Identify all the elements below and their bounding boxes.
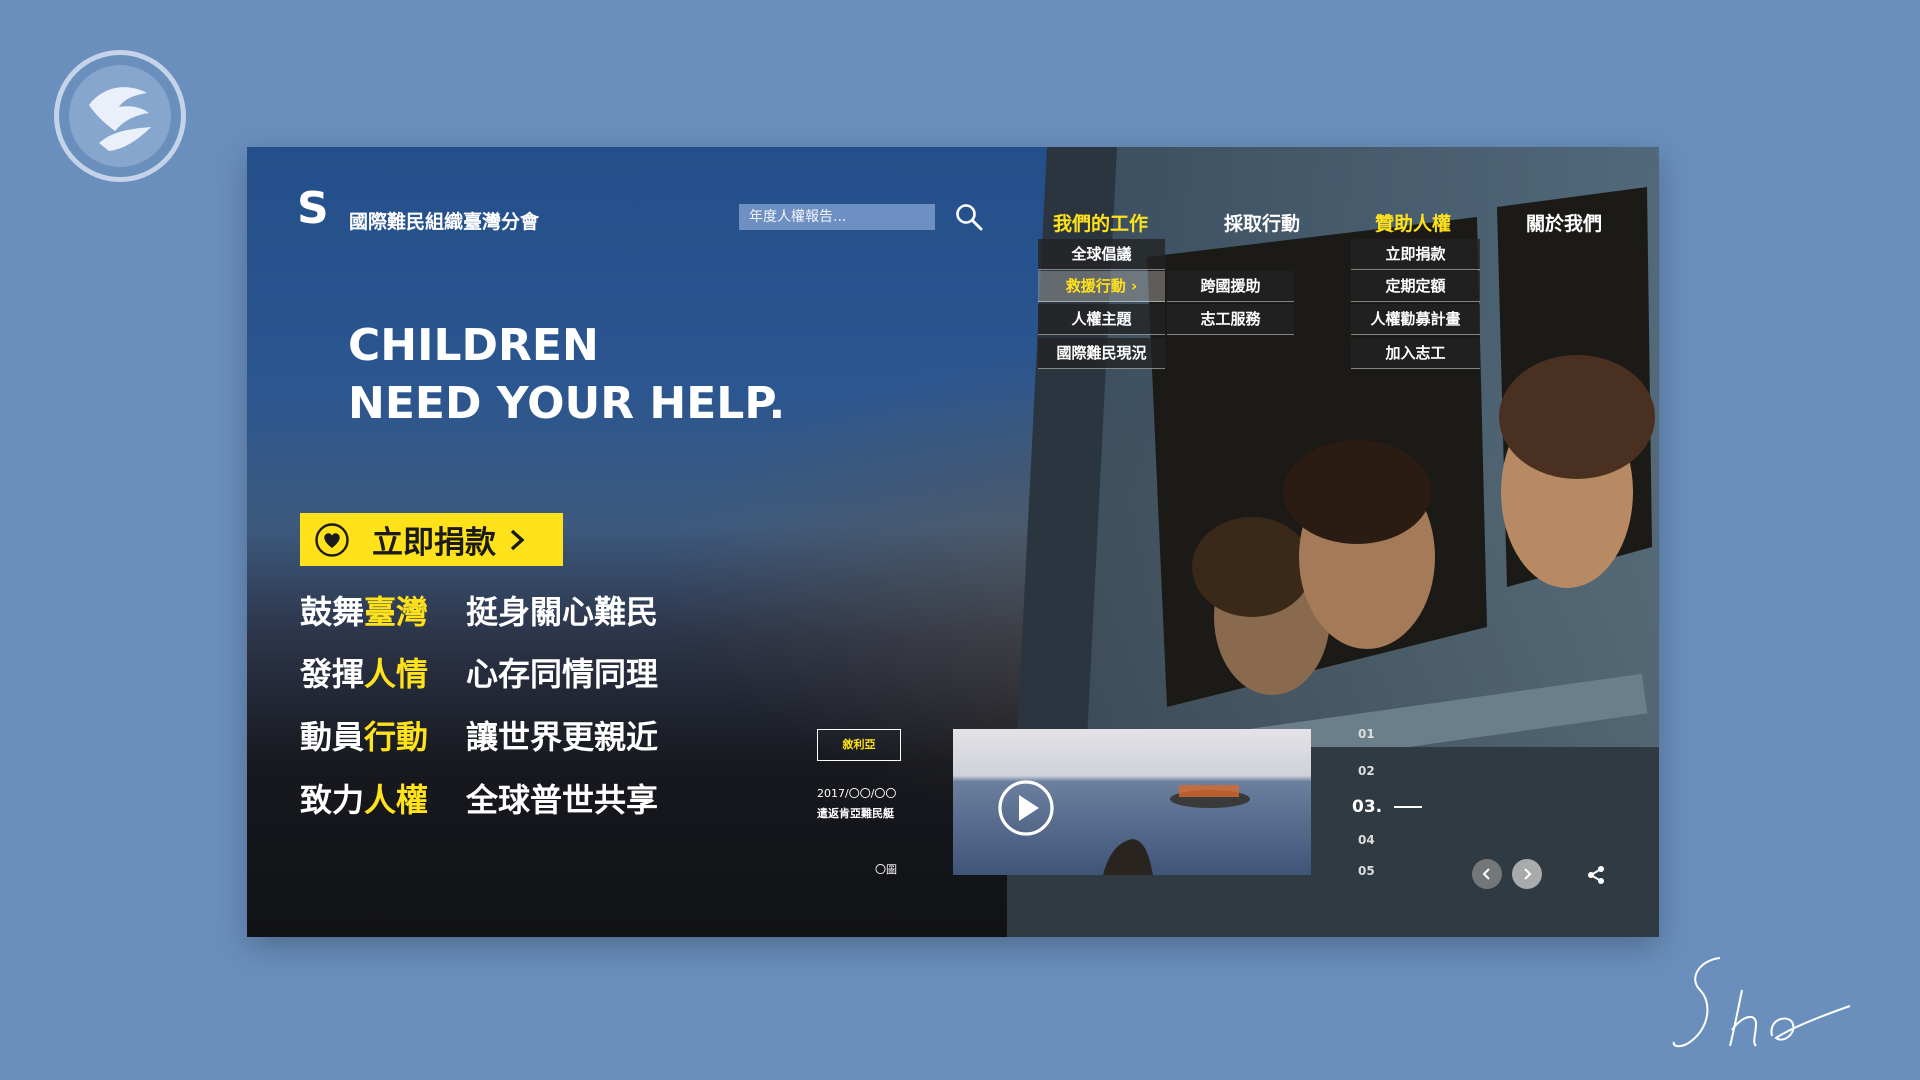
pager-dash [1394, 806, 1423, 808]
signature-mark [1672, 957, 1851, 1048]
menu-item-fundraising-plan[interactable]: 人權勸募計畫 [1351, 304, 1480, 335]
arrow-right-icon [1524, 868, 1532, 880]
pager-item[interactable]: 04 [1358, 833, 1375, 847]
headline-line-2: NEED YOUR HELP. [348, 378, 786, 429]
slogan-highlight: 人情 [364, 655, 429, 693]
slogan-row-3: 動員行動 讓世界更親近 [300, 712, 658, 758]
nav-take-action[interactable]: 採取行動 [1224, 209, 1300, 236]
menu-item-rescue[interactable]: 救援行動 › [1038, 271, 1165, 302]
nav-sponsor[interactable]: 贊助人權 [1375, 209, 1451, 236]
slogan-phrase: 心存同情同理 [466, 655, 659, 693]
story-caption[interactable]: 遣返肯亞難民艇 [817, 805, 894, 821]
pager-item[interactable]: 02 [1358, 764, 1375, 778]
brand-name[interactable]: 國際難民組織臺灣分會 [349, 207, 539, 234]
slogan-highlight: 行動 [364, 718, 429, 756]
slogan-phrase: 全球普世共享 [466, 781, 659, 819]
submenu-item-cross-border-aid[interactable]: 跨國援助 [1167, 271, 1294, 302]
slogan-word: 鼓舞 [300, 593, 365, 631]
photo-label: 〇圖 [875, 863, 897, 876]
headline-line-1: CHILDREN [348, 320, 599, 371]
heart-icon [315, 522, 349, 557]
menu-item-monthly-giving[interactable]: 定期定額 [1351, 271, 1480, 302]
search-input[interactable] [739, 204, 935, 230]
nav-our-work[interactable]: 我們的工作 [1053, 209, 1148, 236]
slogan-row-4: 致力人權 全球普世共享 [300, 775, 658, 821]
prev-slide-button[interactable] [1472, 859, 1502, 889]
brand-mark[interactable]: S [297, 183, 329, 234]
slogan-phrase: 讓世界更親近 [466, 718, 659, 756]
video-thumbnail[interactable] [953, 729, 1311, 875]
slogan-row-1: 鼓舞臺灣 挺身關心難民 [300, 587, 658, 633]
nav-about[interactable]: 關於我們 [1526, 209, 1602, 236]
site-logo [54, 50, 186, 182]
donate-button[interactable]: 立即捐款 [300, 513, 563, 566]
pager-item[interactable]: 01 [1358, 727, 1375, 741]
slogan-phrase: 挺身關心難民 [466, 593, 659, 631]
slogan-highlight: 臺灣 [364, 593, 429, 631]
menu-item-human-rights-topics[interactable]: 人權主題 [1038, 304, 1165, 335]
slogan-highlight: 人權 [364, 781, 429, 819]
pager-item[interactable]: 05 [1358, 864, 1375, 878]
menu-item-donate-now[interactable]: 立即捐款 [1351, 239, 1480, 270]
share-icon[interactable] [1586, 865, 1606, 885]
slogan-word: 動員 [300, 718, 365, 756]
menu-item-refugee-status[interactable]: 國際難民現況 [1038, 338, 1165, 369]
pager-current-label: 03. [1352, 797, 1383, 817]
play-icon[interactable] [997, 779, 1055, 837]
story-date: 2017/〇〇/〇〇 [817, 787, 897, 800]
slogan-word: 致力 [300, 781, 365, 819]
arrow-left-icon [1482, 868, 1490, 880]
donate-button-label: 立即捐款 [372, 525, 496, 561]
hero-headline: CHILDREN NEED YOUR HELP. [348, 317, 785, 433]
slogan-row-2: 發揮人情 心存同情同理 [300, 649, 658, 695]
story-tag[interactable]: 敘利亞 [817, 729, 901, 761]
menu-item-join-volunteers[interactable]: 加入志工 [1351, 338, 1480, 369]
next-slide-button[interactable] [1512, 859, 1542, 889]
menu-item-global-advocacy[interactable]: 全球倡議 [1038, 239, 1165, 270]
hands-logo-icon [69, 65, 171, 167]
search-icon[interactable] [954, 202, 984, 232]
slogan-word: 發揮 [300, 655, 365, 693]
chevron-right-icon [510, 529, 525, 550]
submenu-item-volunteer-service[interactable]: 志工服務 [1167, 304, 1294, 335]
hero-card: S 國際難民組織臺灣分會 我們的工作 採取行動 贊助人權 關於我們 全球倡議 救… [247, 147, 1659, 937]
pager-item-current[interactable]: 03. [1352, 797, 1423, 817]
